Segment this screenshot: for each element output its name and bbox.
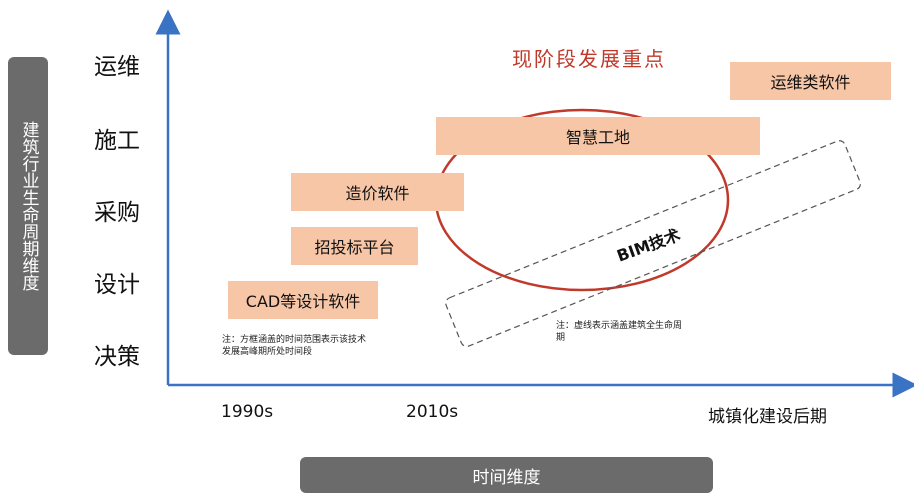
x-tick-late-urbanization: 城镇化建设后期 — [708, 407, 827, 427]
x-axis-title: 时间维度 — [300, 457, 713, 493]
box-note: 注：方框涵盖的时间范围表示该技术发展高峰期所处时间段 — [222, 335, 367, 357]
bar-bidding: 招投标平台 — [291, 227, 418, 265]
stage-label-operation: 运维 — [94, 54, 140, 80]
stage-label-construction: 施工 — [94, 128, 140, 154]
bar-smart-site: 智慧工地 — [436, 117, 760, 155]
dashed-note: 注：虚线表示涵盖建筑全生命周期 — [556, 321, 683, 343]
x-tick-2010s: 2010s — [406, 402, 459, 422]
bar-cost-label: 造价软件 — [345, 184, 410, 203]
bar-om-software: 运维类软件 — [730, 62, 891, 100]
stage-label-procurement: 采购 — [94, 200, 140, 226]
bar-om-software-label: 运维类软件 — [770, 73, 851, 92]
focus-label: 现阶段发展重点 — [512, 47, 666, 71]
stage-label-decision: 决策 — [94, 344, 140, 370]
bar-cost: 造价软件 — [291, 173, 464, 211]
x-tick-1990s: 1990s — [221, 402, 274, 422]
bar-cad-label: CAD等设计软件 — [245, 292, 361, 311]
stage-label-design: 设计 — [94, 272, 140, 298]
y-axis-title: 建筑行业生命周期维度 — [8, 57, 48, 355]
bar-bidding-label: 招投标平台 — [314, 238, 395, 257]
bar-cad: CAD等设计软件 — [228, 281, 378, 319]
bar-smart-site-label: 智慧工地 — [565, 128, 630, 147]
